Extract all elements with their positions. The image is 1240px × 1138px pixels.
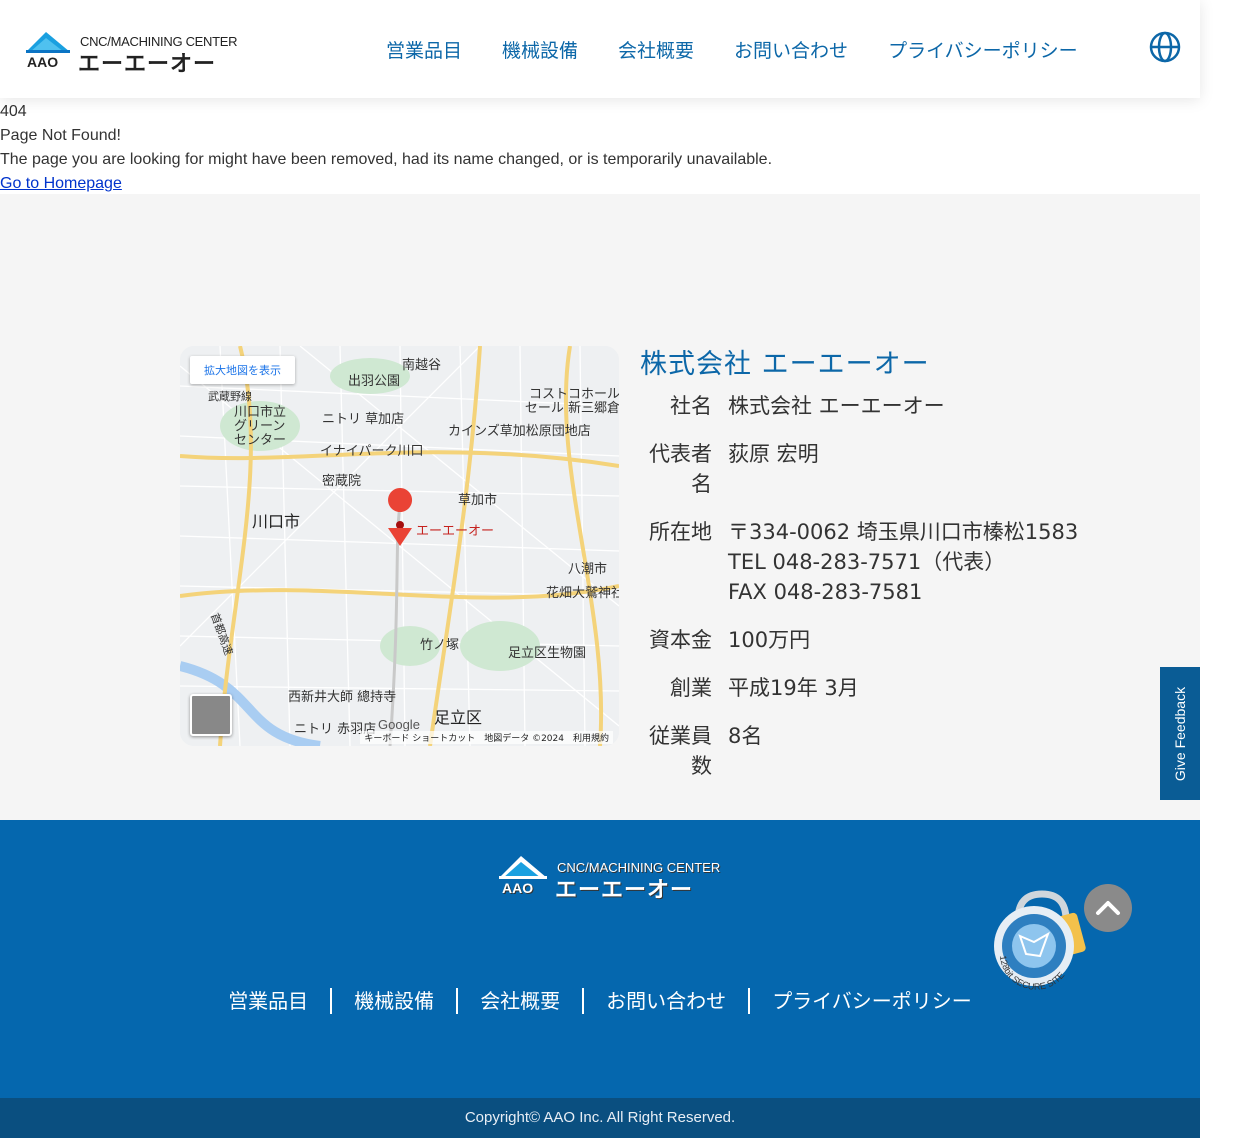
info-row: 社名 株式会社 エーエーオー — [640, 391, 1080, 421]
map-place: 足立区 — [434, 708, 483, 727]
logo-brand: エーエーオー — [78, 52, 217, 77]
address-line: 〒334-0062 埼玉県川口市榛松1583 — [728, 520, 1079, 544]
company-title: 株式会社 エーエーオー — [640, 349, 930, 380]
map-place: 川口市立グリーンセンター — [234, 405, 287, 448]
satellite-toggle[interactable] — [190, 694, 232, 736]
footer-nav: 営業品目 機械設備 会社概要 お問い合わせ プライバシーポリシー — [0, 988, 1200, 1014]
map-place: ニトリ 草加店 — [322, 412, 405, 427]
site-footer: AAO CNC/MACHINING CENTER エーエーオー 128bit S… — [0, 820, 1200, 1098]
give-feedback-button[interactable]: Give Feedback — [1160, 667, 1200, 800]
footer-nav-privacy[interactable]: プライバシーポリシー — [748, 988, 994, 1014]
info-key: 資本金 — [649, 628, 712, 652]
error-title: Page Not Found! — [0, 127, 121, 144]
error-message: The page you are looking for might have … — [0, 151, 773, 168]
tel-line: TEL 048-283-7571（代表） — [728, 550, 1006, 574]
info-key: 従業員数 — [649, 724, 712, 778]
error-block: 404 Page Not Found! The page you are loo… — [0, 100, 772, 196]
nav-products[interactable]: 営業品目 — [386, 36, 462, 63]
info-row: 代表者名 荻原 宏明 — [640, 439, 1080, 499]
company-section: 拡大地図を表示 エーエーオー 川口市 草加市 八潮市 足立区 竹ノ塚 出羽公園 … — [0, 194, 1200, 820]
map-place: 草加市 — [458, 493, 498, 508]
google-map[interactable]: 拡大地図を表示 エーエーオー 川口市 草加市 八潮市 足立区 竹ノ塚 出羽公園 … — [180, 346, 619, 746]
info-value: 8名 — [728, 724, 763, 748]
fax-line: FAX 048-283-7581 — [728, 580, 923, 604]
homepage-link[interactable]: Go to Homepage — [0, 175, 122, 192]
info-row: 資本金 100万円 — [640, 625, 1080, 655]
map-expand-button[interactable]: 拡大地図を表示 — [190, 356, 295, 384]
info-row: 所在地 〒334-0062 埼玉県川口市榛松1583 TEL 048-283-7… — [640, 517, 1080, 607]
info-key: 代表者名 — [649, 442, 712, 496]
footer-logo[interactable]: AAO CNC/MACHINING CENTER エーエーオー — [497, 854, 720, 903]
map-place: 川口市 — [252, 512, 301, 531]
logo-brand: エーエーオー — [555, 878, 694, 903]
footer-nav-company[interactable]: 会社概要 — [456, 988, 582, 1014]
footer-nav-equipment[interactable]: 機械設備 — [330, 988, 456, 1014]
nav-company[interactable]: 会社概要 — [618, 36, 694, 63]
nav-equipment[interactable]: 機械設備 — [502, 36, 578, 63]
chevron-up-icon — [1096, 901, 1120, 915]
info-value: 荻原 宏明 — [728, 442, 819, 466]
map-place: 西新井大師 總持寺 — [288, 690, 397, 705]
map-attribution[interactable]: キーボード ショートカット 地図データ ©2024 利用規約 — [360, 731, 613, 744]
map-place: 密蔵院 — [322, 474, 362, 489]
info-key: 所在地 — [649, 520, 712, 544]
nav-privacy[interactable]: プライバシーポリシー — [888, 36, 1078, 63]
globe-icon[interactable] — [1149, 31, 1181, 63]
feedback-label: Give Feedback — [1172, 686, 1188, 781]
footer-nav-products[interactable]: 営業品目 — [206, 988, 330, 1014]
map-place: 足立区生物園 — [508, 646, 587, 661]
info-key: 創業 — [670, 676, 712, 700]
logo-mark: AAO — [27, 54, 59, 70]
logo-mark: AAO — [502, 880, 534, 896]
map-pin-label[interactable]: エーエーオー — [416, 520, 494, 539]
map-place: 竹ノ塚 — [420, 638, 460, 653]
secure-site-seal: 128bit SECURE SITE — [994, 890, 1086, 990]
back-to-top-button[interactable] — [1084, 884, 1132, 932]
error-code: 404 — [0, 103, 27, 120]
company-info: 株式会社 エーエーオー 社名 株式会社 エーエーオー 代表者名 荻原 宏明 所在… — [640, 342, 1080, 799]
map-place: イナイパーク川口 — [320, 444, 424, 459]
info-value: 100万円 — [728, 628, 811, 652]
site-header: AAO CNC/MACHINING CENTER エーエーオー 営業品目 機械設… — [0, 0, 1200, 98]
map-place: カインズ草加松原団地店 — [448, 424, 591, 439]
map-place: 花畑大鷲神社 — [546, 586, 619, 601]
copyright: Copyright© AAO Inc. All Right Reserved. — [0, 1098, 1200, 1138]
info-value-address: 〒334-0062 埼玉県川口市榛松1583 TEL 048-283-7571（… — [728, 517, 1080, 607]
site-logo[interactable]: AAO CNC/MACHINING CENTER エーエーオー — [24, 30, 238, 77]
info-key: 社名 — [670, 394, 712, 418]
google-logo: Google — [378, 717, 420, 732]
info-row: 従業員数 8名 — [640, 721, 1080, 781]
map-place: 出羽公園 — [348, 374, 401, 389]
nav-contact[interactable]: お問い合わせ — [734, 36, 848, 63]
map-place: 八潮市 — [568, 562, 608, 577]
info-value: 株式会社 エーエーオー — [728, 394, 945, 418]
info-row: 創業 平成19年 3月 — [640, 673, 1080, 703]
map-place: コストコホールセール 新三郷倉 — [524, 387, 619, 416]
map-place: 武蔵野線 — [208, 390, 252, 403]
main-nav: 営業品目 機械設備 会社概要 お問い合わせ プライバシーポリシー — [386, 36, 1118, 63]
map-place: 南越谷 — [402, 358, 442, 373]
info-value: 平成19年 3月 — [728, 676, 859, 700]
footer-nav-contact[interactable]: お問い合わせ — [582, 988, 748, 1014]
